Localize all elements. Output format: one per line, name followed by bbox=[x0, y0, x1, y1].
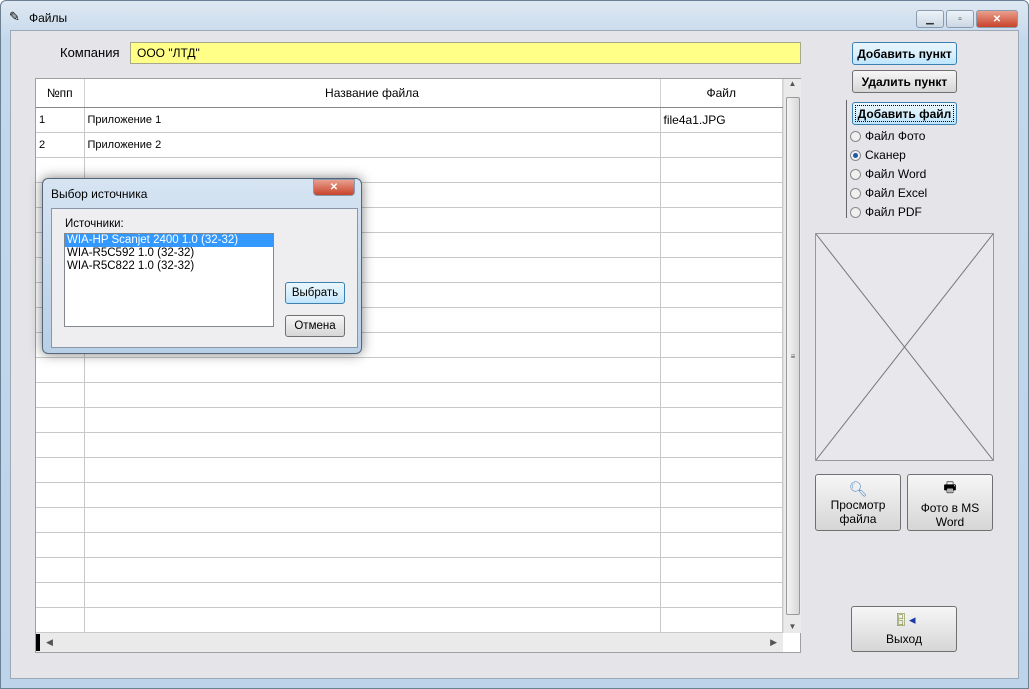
close-button[interactable]: ✕ bbox=[976, 10, 1018, 28]
radio-circle-icon[interactable] bbox=[850, 206, 861, 218]
cancel-button[interactable]: Отмена bbox=[285, 315, 345, 337]
radio-circle-icon[interactable] bbox=[850, 130, 861, 142]
printer-icon: 🖶 bbox=[943, 478, 957, 495]
empty-row[interactable] bbox=[36, 607, 783, 633]
window-title: Файлы bbox=[29, 11, 68, 25]
cell-number[interactable]: 1 bbox=[36, 107, 85, 133]
source-select-dialog: Выбор источника ✕ Источники: WIA-HP Scan… bbox=[42, 178, 362, 354]
add-file-button[interactable]: Добавить файл bbox=[852, 102, 957, 125]
select-button[interactable]: Выбрать bbox=[285, 282, 345, 304]
company-label: Компания bbox=[60, 45, 120, 60]
empty-row[interactable] bbox=[36, 382, 783, 408]
empty-row[interactable] bbox=[36, 557, 783, 583]
cell-number[interactable]: 2 bbox=[36, 132, 85, 158]
add-item-button[interactable]: Добавить пункт bbox=[852, 42, 957, 65]
cell-name[interactable]: Приложение 2 bbox=[84, 132, 661, 158]
empty-row[interactable] bbox=[36, 357, 783, 383]
vertical-scrollbar[interactable]: ▲ ≡ ▼ bbox=[783, 79, 801, 633]
cell-file[interactable] bbox=[660, 132, 783, 158]
empty-row[interactable] bbox=[36, 532, 783, 558]
exit-door-icon: 🚪︎◂ bbox=[892, 612, 916, 627]
col-number[interactable]: №пп bbox=[36, 79, 85, 108]
col-file[interactable]: Файл bbox=[660, 79, 783, 108]
sources-label: Источники: bbox=[65, 218, 124, 230]
empty-row[interactable] bbox=[36, 457, 783, 483]
dialog-title: Выбор источника bbox=[51, 187, 148, 201]
radio-file-type[interactable]: Файл Фото bbox=[850, 129, 925, 143]
horizontal-scrollbar[interactable]: ◀ ▶ bbox=[36, 633, 783, 652]
col-name[interactable]: Название файла bbox=[84, 79, 661, 108]
source-item[interactable]: WIA-HP Scanjet 2400 1.0 (32-32) bbox=[65, 234, 273, 247]
photo-to-word-button[interactable]: 🖶 Фото в MS Word bbox=[907, 474, 993, 531]
radio-file-type[interactable]: Файл Excel bbox=[850, 186, 927, 200]
table-row[interactable]: 1 Приложение 1 file4a1.JPG bbox=[36, 107, 783, 133]
empty-row[interactable] bbox=[36, 582, 783, 608]
source-item[interactable]: WIA-R5C592 1.0 (32-32) bbox=[65, 247, 273, 260]
sources-list[interactable]: WIA-HP Scanjet 2400 1.0 (32-32) WIA-R5C59… bbox=[64, 233, 274, 327]
cell-file[interactable]: file4a1.JPG bbox=[660, 107, 783, 133]
dialog-close-button[interactable]: ✕ bbox=[313, 179, 355, 196]
radio-circle-icon[interactable] bbox=[850, 187, 861, 199]
empty-row[interactable] bbox=[36, 407, 783, 433]
radio-file-type[interactable]: Файл Word bbox=[850, 167, 926, 181]
image-preview bbox=[815, 233, 994, 461]
app-icon: ✎ bbox=[9, 9, 20, 24]
cell-name[interactable]: Приложение 1 bbox=[84, 107, 661, 133]
minimize-button[interactable]: ▁ bbox=[916, 10, 944, 28]
maximize-button[interactable]: ▫ bbox=[946, 10, 974, 28]
files-grid: №пп Название файла Файл 1 Приложение 1 fil… bbox=[35, 78, 801, 653]
scroll-thumb[interactable]: ≡ bbox=[786, 97, 800, 615]
exit-button[interactable]: 🚪︎◂ Выход bbox=[851, 606, 957, 652]
company-field[interactable]: ООО "ЛТД" bbox=[130, 42, 801, 64]
empty-row[interactable] bbox=[36, 482, 783, 508]
empty-row[interactable] bbox=[36, 507, 783, 533]
radio-file-type[interactable]: Сканер bbox=[850, 148, 906, 162]
table-row[interactable]: 2 Приложение 2 bbox=[36, 132, 783, 158]
source-item[interactable]: WIA-R5C822 1.0 (32-32) bbox=[65, 260, 273, 273]
empty-row[interactable] bbox=[36, 432, 783, 458]
delete-item-button[interactable]: Удалить пункт bbox=[852, 70, 957, 93]
radio-circle-icon[interactable] bbox=[850, 168, 861, 180]
radio-file-type[interactable]: Файл PDF bbox=[850, 205, 922, 219]
view-file-button[interactable]: 🔍︎ Просмотр файла bbox=[815, 474, 901, 531]
magnifier-icon: 🔍︎ bbox=[848, 480, 868, 498]
radio-circle-icon[interactable] bbox=[850, 149, 861, 161]
